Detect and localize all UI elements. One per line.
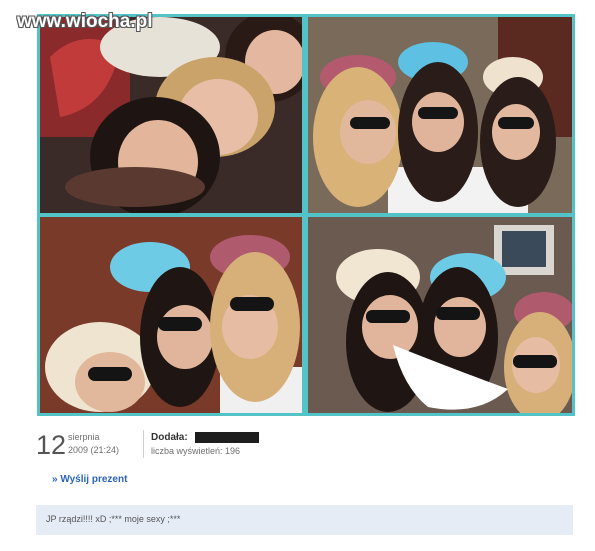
- post-date-month: sierpnia: [68, 432, 100, 442]
- added-by-username-redacted[interactable]: [195, 432, 259, 443]
- photo-1-image: [40, 17, 302, 213]
- photo-1[interactable]: [40, 17, 302, 213]
- post-date-year-time: 2009 (21:24): [68, 445, 120, 455]
- photo-4[interactable]: [308, 217, 572, 413]
- photo-4-image: [308, 217, 572, 413]
- site-watermark: www.wiocha.pl: [17, 11, 153, 32]
- send-gift-link[interactable]: » Wyślij prezent: [52, 474, 127, 485]
- photo-collage: [37, 14, 575, 416]
- added-by-label: Dodała:: [151, 432, 188, 443]
- post-date-day: 12: [36, 430, 67, 460]
- photo-3[interactable]: [40, 217, 302, 413]
- info-divider: [143, 430, 144, 458]
- view-count: liczba wyświetleń: 196: [151, 446, 241, 456]
- photo-2[interactable]: [308, 17, 572, 213]
- photo-2-image: [308, 17, 572, 213]
- comment-text: JP rządzi!!!! xD ;*** moje sexy ;***: [46, 514, 181, 524]
- photo-3-image: [40, 217, 302, 413]
